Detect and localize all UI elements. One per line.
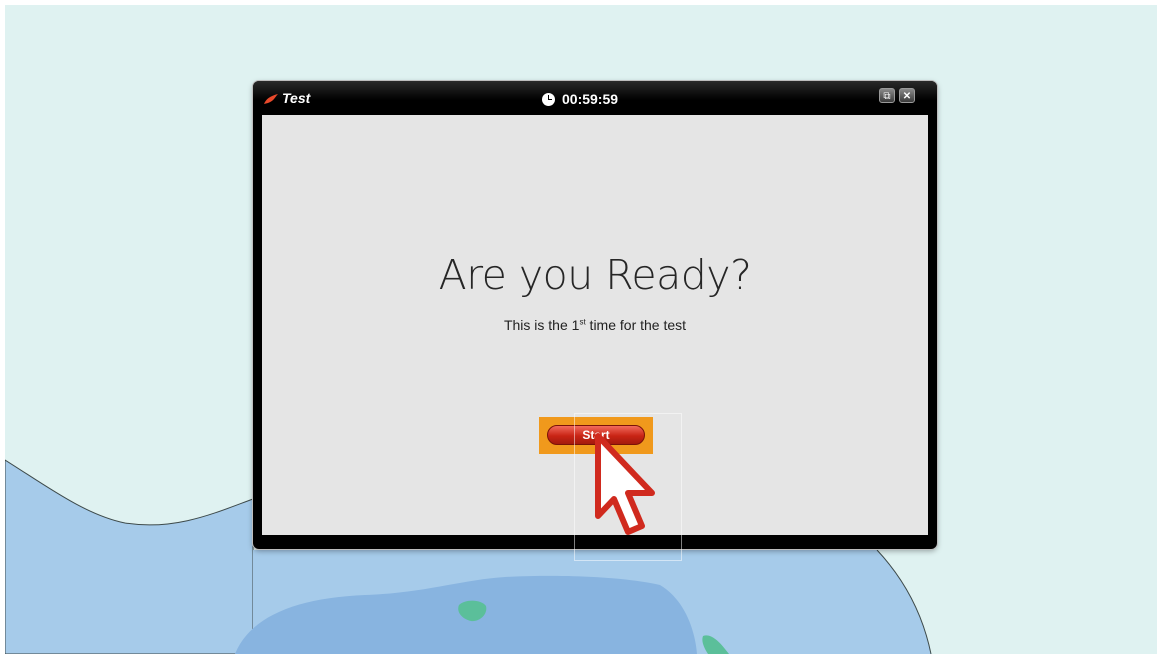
- subtext-after: time for the test: [585, 317, 687, 333]
- mouse-pointer-icon: [592, 432, 658, 541]
- close-window-button[interactable]: ✕: [899, 88, 915, 103]
- attempt-subtext: This is the 1st time for the test: [262, 317, 928, 333]
- window-titlebar: Test 00:59:59 ⧉ ✕: [253, 81, 937, 113]
- clock-icon: [542, 92, 555, 106]
- countdown-timer: 00:59:59: [542, 90, 618, 108]
- window-title: Test: [263, 90, 310, 106]
- subtext-before: This is the 1: [503, 317, 580, 333]
- restore-window-button[interactable]: ⧉: [879, 88, 895, 103]
- ready-heading: Are you Ready?: [438, 251, 752, 299]
- window-title-text: Test: [282, 90, 311, 106]
- timer-text: 00:59:59: [562, 91, 619, 107]
- flame-logo-icon: [263, 92, 279, 104]
